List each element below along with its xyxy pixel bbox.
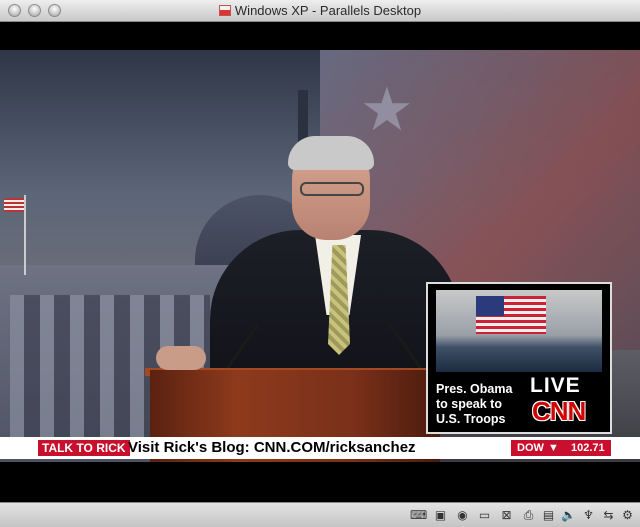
windows-xp-icon [218,5,231,16]
dow-value: 102.71 [571,442,605,454]
floppy-icon[interactable]: ▣ [433,509,448,522]
speaker-hair [288,136,374,170]
star-decoration: ★ [360,76,414,143]
window-title: Windows XP - Parallels Desktop [234,3,422,18]
hard-disk-icon[interactable]: ▭ [477,509,492,522]
news-ticker: TALK TO RICK Visit Rick's Blog: CNN.COM/… [0,437,640,459]
inset-video [436,290,602,372]
inset-flag-canton [476,296,504,316]
speaker-hand [156,346,206,370]
display-icon[interactable]: ▤ [541,509,556,522]
ticker-message: Visit Rick's Blog: CNN.COM/ricksanchez [128,439,416,456]
shared-folder-icon[interactable]: ⇆ [601,509,616,522]
sound-icon[interactable]: 🔈 [561,509,576,522]
settings-icon[interactable]: ⚙ [620,509,635,522]
cd-icon[interactable]: ◉ [455,509,470,522]
usb-icon[interactable]: ♆ [581,509,596,522]
device-statusbar: ⌨ ▣ ◉ ▭ ⊠ ⎙ ▤ 🔈 ♆ ⇆ ⚙ [0,502,640,527]
printer-icon[interactable]: ⎙ [521,509,536,522]
inset-caption: Pres. Obama to speak to U.S. Troops [436,382,526,427]
window-title-group: Windows XP - Parallels Desktop [0,3,640,18]
segment-label: TALK TO RICK [38,440,130,456]
dow-label: DOW [517,442,544,454]
inset-caption-line: U.S. Troops [436,412,506,426]
live-inset-box: Pres. Obama to speak to U.S. Troops LIVE… [426,282,612,434]
us-flag-small [4,198,24,212]
down-arrow-icon: ▼ [548,442,559,454]
inset-caption-line: Pres. Obama [436,382,513,396]
inset-caption-line: to speak to [436,397,502,411]
window-titlebar: Windows XP - Parallels Desktop [0,0,640,22]
cnn-logo: CNN [532,396,586,426]
speaker-glasses [300,182,364,196]
flagpole [24,195,26,275]
vm-screen[interactable]: ★ Pres. Obama to speak to U.S. Troops LI… [0,22,640,502]
dow-indicator: DOW ▼ 102.71 [511,440,611,456]
network-icon[interactable]: ⊠ [499,509,514,522]
live-label: LIVE [530,374,581,397]
keyboard-icon[interactable]: ⌨ [410,509,427,522]
